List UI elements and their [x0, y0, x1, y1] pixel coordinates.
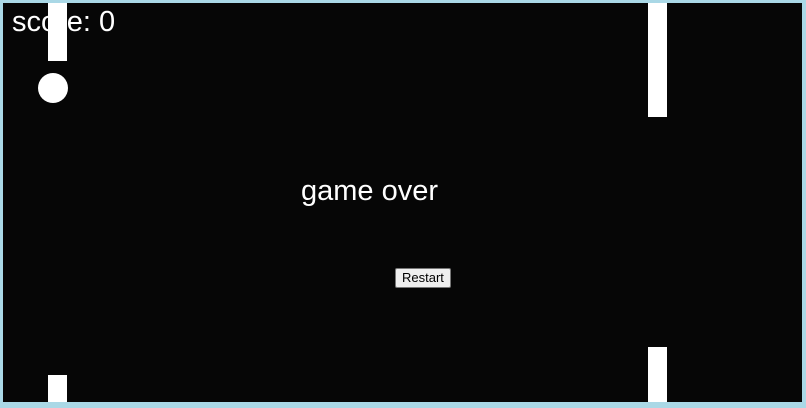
player-ball: [38, 73, 68, 103]
restart-button[interactable]: Restart: [395, 268, 451, 288]
game-canvas[interactable]: score: 0 game over Restart: [3, 3, 802, 402]
pipe-bottom-left: [48, 375, 67, 402]
pipe-top-right: [648, 3, 667, 117]
score-display: score: 0: [12, 6, 116, 38]
game-over-message: game over: [301, 175, 439, 207]
pipe-bottom-right: [648, 347, 667, 402]
